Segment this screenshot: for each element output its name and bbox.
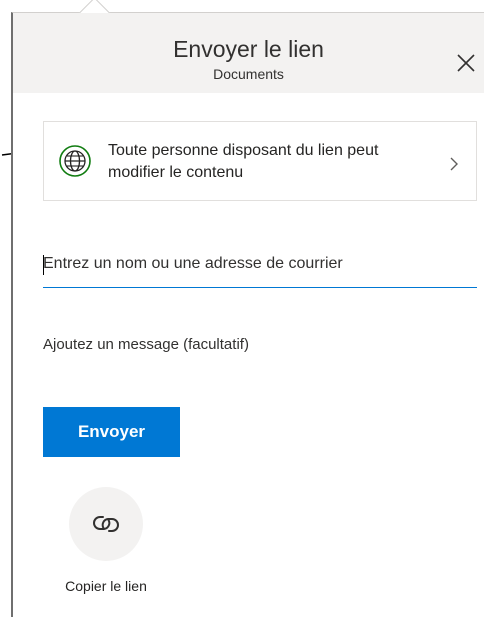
send-button[interactable]: Envoyer xyxy=(43,407,180,457)
close-button[interactable] xyxy=(454,51,478,75)
recipient-input[interactable] xyxy=(43,249,477,279)
dialog-subtitle: Documents xyxy=(213,66,284,82)
globe-icon xyxy=(59,145,91,177)
screenshot-stage: Envoyer le lien Documents Toute personne… xyxy=(0,0,484,617)
copy-link-label: Copier le lien xyxy=(65,578,147,594)
close-icon xyxy=(457,54,475,72)
text-caret xyxy=(43,255,44,275)
link-permission-setting[interactable]: Toute personne disposant du lien peut mo… xyxy=(43,121,477,201)
copy-link-button[interactable] xyxy=(69,487,143,561)
dialog-title: Envoyer le lien xyxy=(173,36,324,62)
recipient-field xyxy=(43,249,477,288)
chevron-right-icon xyxy=(450,157,458,171)
send-link-dialog: Envoyer le lien Documents Toute personne… xyxy=(11,0,484,617)
link-icon xyxy=(93,516,119,532)
dialog-header: Envoyer le lien Documents xyxy=(13,13,484,93)
permission-description: Toute personne disposant du lien peut mo… xyxy=(108,142,379,181)
message-input[interactable] xyxy=(43,331,477,357)
